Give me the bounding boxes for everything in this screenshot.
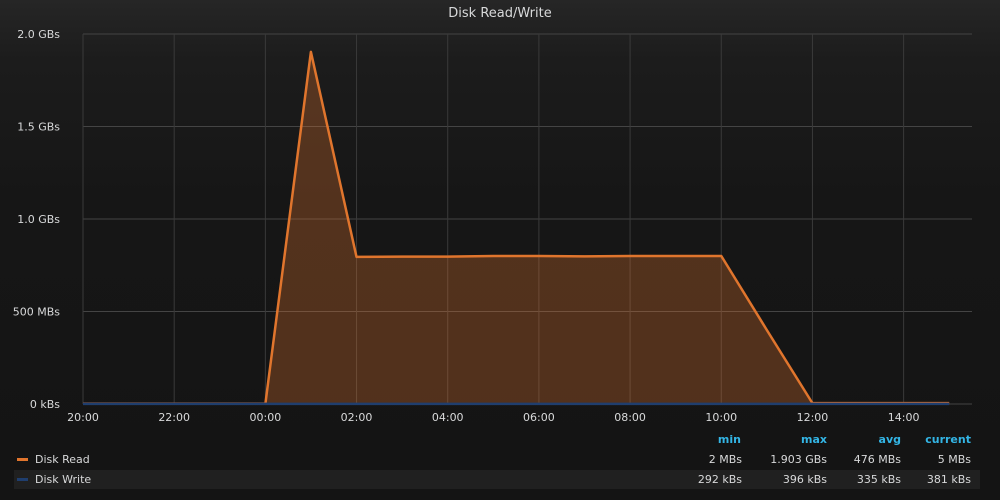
legend-swatch-disk-read	[17, 458, 28, 461]
y-tick-label: 1.5 GBs	[17, 121, 60, 134]
x-tick-label: 04:00	[432, 411, 464, 424]
legend-row-disk-read[interactable]: Disk Read 2 MBs 1.903 GBs 476 MBs 5 MBs	[14, 450, 980, 469]
legend-series-name[interactable]: Disk Write	[35, 473, 91, 486]
x-tick-label: 10:00	[705, 411, 737, 424]
y-tick-label: 1.0 GBs	[17, 213, 60, 226]
legend-row-disk-write[interactable]: Disk Write 292 kBs 396 kBs 335 kBs 381 k…	[14, 470, 980, 489]
x-tick-label: 00:00	[250, 411, 282, 424]
legend-series-name[interactable]: Disk Read	[35, 453, 90, 466]
x-tick-label: 06:00	[523, 411, 555, 424]
legend-header-min[interactable]: min	[671, 433, 741, 446]
series-layer	[82, 50, 950, 406]
legend-value-current: 381 kBs	[926, 473, 971, 486]
legend-value-min: 2 MBs	[708, 453, 742, 466]
legend-value-min: 292 kBs	[697, 473, 742, 486]
y-tick-label: 0 kBs	[30, 398, 60, 411]
x-tick-label: 14:00	[888, 411, 920, 424]
x-tick-label: 08:00	[614, 411, 646, 424]
x-tick-label: 02:00	[341, 411, 373, 424]
series-area-disk-read	[83, 51, 950, 405]
x-tick-label: 20:00	[67, 411, 99, 424]
graph-panel: Disk Read/Write 0 kBs 500 MBs 1.0 GBs 1.5 G…	[0, 0, 1000, 500]
y-tick-label: 2.0 GBs	[17, 28, 60, 41]
legend-header-avg[interactable]: avg	[831, 433, 901, 446]
y-tick-label: 500 MBs	[13, 306, 61, 319]
legend-header-max[interactable]: max	[757, 433, 827, 446]
legend-header-current[interactable]: current	[901, 433, 971, 446]
chart-area[interactable]: 0 kBs 500 MBs 1.0 GBs 1.5 GBs 2.0 GBs 20:00 22…	[0, 0, 1000, 430]
legend-swatch-disk-write	[17, 478, 28, 481]
x-tick-label: 12:00	[797, 411, 829, 424]
x-tick-label: 22:00	[158, 411, 190, 424]
legend-value-current: 5 MBs	[937, 453, 971, 466]
